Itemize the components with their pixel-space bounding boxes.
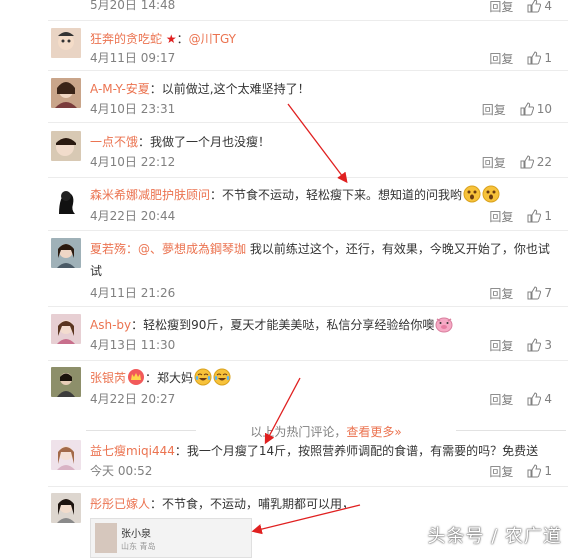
pig-emoji-icon [435,317,453,333]
comment-username[interactable]: A-M-Y-安夏 [90,82,150,96]
attached-photo [95,523,117,553]
like-count: 10 [536,102,552,116]
like-button[interactable]: 22 [520,155,552,169]
comment-text: ：不节食，不运动，哺乳期都可以用， [150,497,355,511]
reply-button[interactable]: 回复 [489,50,513,67]
avatar[interactable] [51,314,81,344]
reply-button[interactable]: 回复 [489,463,513,480]
avatar[interactable] [51,238,81,268]
avatar[interactable] [51,78,81,108]
hot-comments-divider: 以上为热门评论，查看更多» [86,423,566,439]
like-count: 22 [536,155,552,169]
comment-time: 5月20日 14:48 [90,0,176,12]
like-count: 3 [544,338,552,352]
card-location: 山东 青岛 [121,542,156,551]
comment-time: 今天 00:52 [90,464,153,478]
avatar[interactable] [51,493,81,523]
comment-text: ：我做了一个月也没瘦！ [138,135,271,149]
comment-text: ：以前做过,这个太难坚持了！ [149,82,310,96]
avatar[interactable] [51,28,81,58]
laugh-cry-emoji-icon [213,368,231,386]
like-count: 1 [544,209,552,223]
thumbs-up-icon [527,464,542,478]
view-more-link[interactable]: 查看更多» [346,425,401,439]
comment-text: ：轻松瘦到90斤，夏天才能美美哒，私信分享经验给你噢 [131,318,435,332]
mention-link[interactable]: @川TGY [189,32,236,46]
like-button[interactable]: 7 [527,286,552,300]
card-name: 张小泉 [121,529,151,540]
comment-text: ：郑大妈 [145,371,194,385]
like-button[interactable]: 1 [527,209,552,223]
reply-button[interactable]: 回复 [489,391,513,408]
like-button[interactable]: 1 [527,51,552,65]
divider-text: 以上为热门评论， [250,425,347,439]
comment-username[interactable]: 张银芮 [90,371,126,385]
like-button[interactable]: 10 [520,102,552,116]
mention-link[interactable]: ：@、夢想成為鋼琴珈 [126,242,246,256]
comment-text: ：我一个月瘦了14斤，按照营养师调配的食谱，有需要的吗？免费送 [174,444,539,458]
comment-username[interactable]: 一点不饿 [90,135,138,149]
reply-button[interactable]: 回复 [489,337,513,354]
reply-button[interactable]: 回复 [482,101,506,118]
comment-time: 4月11日 21:26 [90,286,176,300]
reply-button[interactable]: 回复 [489,208,513,225]
comment-feed: 5月20日 14:48 回复 4 狂奔的贪吃蛇 ★：@川TGY 4月11日 09… [0,0,572,558]
thumbs-up-icon [527,286,542,300]
laugh-cry-emoji-icon [194,368,212,386]
like-button[interactable]: 1 [527,464,552,478]
comment-username[interactable]: 彤彤已嫁人 [90,497,150,511]
comment-time: 4月10日 23:31 [90,102,176,116]
comment-time: 4月11日 09:17 [90,51,176,65]
thumbs-up-icon [527,392,542,406]
emoji-icon [463,185,481,203]
emoji-icon [482,185,500,203]
like-count: 7 [544,286,552,300]
avatar[interactable] [51,184,81,214]
attached-image-card[interactable]: 张小泉 山东 青岛 [90,518,252,558]
comment-username[interactable]: 益七瘦miqi444 [90,444,175,458]
thumbs-up-icon [520,155,534,169]
comment-username[interactable]: 狂奔的贪吃蛇 [90,32,162,46]
like-button[interactable]: 4 [527,0,552,13]
reply-button[interactable]: 回复 [489,285,513,302]
comment-username[interactable]: 夏若殇 [90,242,126,256]
like-button[interactable]: 4 [527,392,552,406]
reply-button[interactable]: 回复 [482,154,506,171]
like-count: 1 [544,51,552,65]
avatar[interactable] [51,367,81,397]
watermark: 头条号 / 农广道 [427,526,562,547]
comment-username[interactable]: Ash-by [90,318,131,332]
reply-button[interactable]: 回复 [489,0,513,15]
fire-badge: ★ [165,32,177,46]
thumbs-up-icon [520,102,534,116]
like-count: 1 [544,464,552,478]
like-button[interactable]: 3 [527,338,552,352]
comment-time: 4月22日 20:27 [90,392,176,406]
comment-time: 4月10日 22:12 [90,155,176,169]
crown-badge-icon [128,369,145,385]
comment-time: 4月22日 20:44 [90,209,176,223]
like-count: 4 [544,0,552,13]
comment-text: ：不节食不运动，轻松瘦下来。想知道的问我哟 [210,188,463,202]
comment-time: 4月13日 11:30 [90,338,176,352]
comment-username[interactable]: 森米希娜减肥护肤顾问 [90,188,210,202]
thumbs-up-icon [527,0,542,13]
thumbs-up-icon [527,209,542,223]
like-count: 4 [544,392,552,406]
thumbs-up-icon [527,338,542,352]
avatar[interactable] [51,131,81,161]
thumbs-up-icon [527,51,542,65]
avatar[interactable] [51,440,81,470]
